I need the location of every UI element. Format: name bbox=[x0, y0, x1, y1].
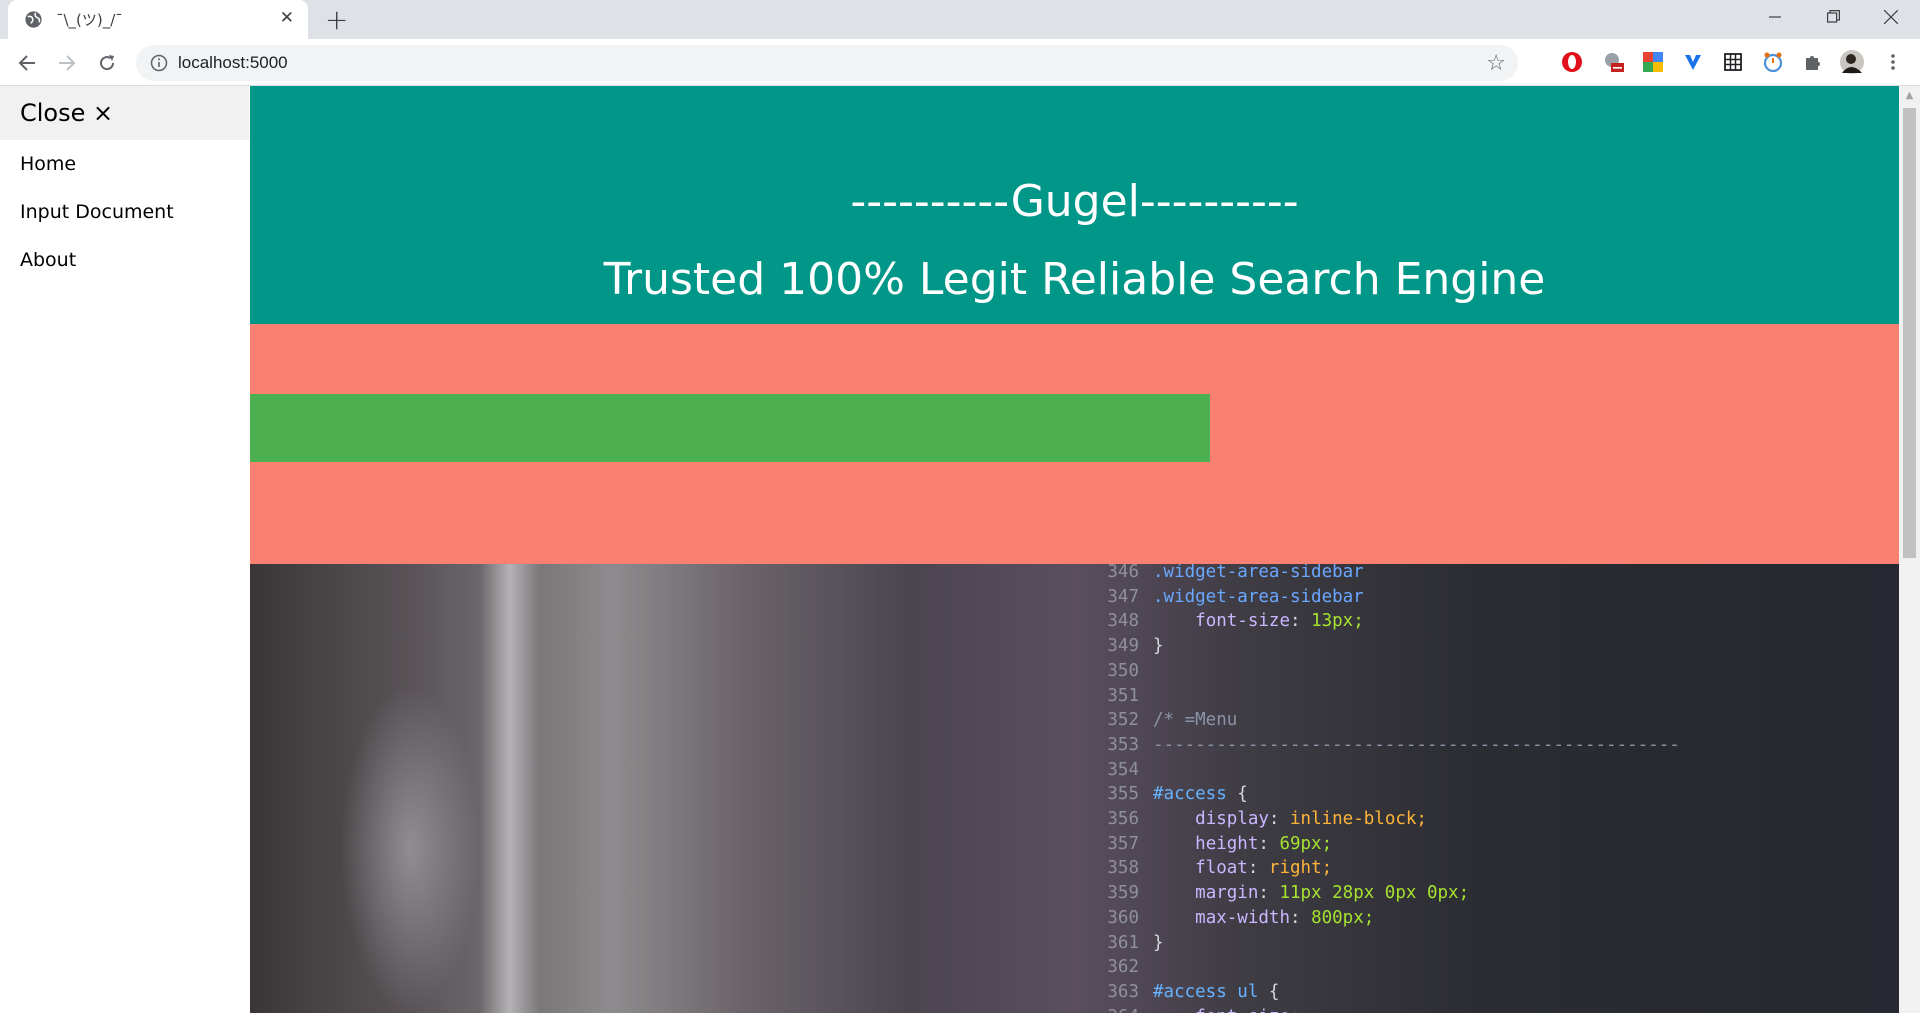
hero-blur-highlight bbox=[480, 564, 540, 1013]
page-title: ----------Gugel---------- bbox=[850, 176, 1299, 227]
close-window-icon bbox=[1884, 9, 1898, 24]
bookmark-star-icon[interactable]: ☆ bbox=[1486, 51, 1506, 76]
globe-icon bbox=[25, 11, 42, 28]
back-button[interactable] bbox=[14, 50, 40, 76]
profile-avatar[interactable] bbox=[1839, 49, 1865, 75]
timer-icon[interactable] bbox=[1760, 49, 1786, 75]
scrollbar-thumb[interactable] bbox=[1903, 108, 1916, 558]
hero-blur-left bbox=[340, 684, 480, 1013]
main-content: ----------Gugel---------- Trusted 100% L… bbox=[250, 86, 1899, 1013]
side-navigation: Close × Home Input Document About bbox=[0, 86, 249, 1013]
minimize-button[interactable] bbox=[1746, 0, 1804, 33]
site-info-icon[interactable] bbox=[150, 54, 168, 72]
reload-icon bbox=[100, 55, 115, 71]
progress-bar-fill bbox=[250, 394, 1210, 462]
grid-icon[interactable] bbox=[1720, 49, 1746, 75]
browser-toolbar: localhost:5000 ☆ bbox=[0, 39, 1920, 86]
cloud-blocker-icon[interactable] bbox=[1600, 49, 1626, 75]
browser-tab[interactable]: ¯\_(ツ)_/¯ ✕ bbox=[8, 0, 308, 39]
tab-title: ¯\_(ツ)_/¯ bbox=[56, 11, 123, 29]
more-menu-icon[interactable] bbox=[1880, 49, 1906, 75]
code-line-numbers: 346 347 348 349 350 351 352 353 354 355 … bbox=[1107, 564, 1139, 1013]
back-arrow-icon bbox=[18, 55, 35, 71]
url-text: localhost:5000 bbox=[178, 53, 288, 72]
page-scrollbar[interactable]: ▲ bbox=[1899, 86, 1920, 1013]
close-window-button[interactable] bbox=[1862, 0, 1920, 33]
hero-image: 346 347 348 349 350 351 352 353 354 355 … bbox=[250, 564, 1899, 1013]
page-header: ----------Gugel---------- Trusted 100% L… bbox=[250, 86, 1899, 324]
code-lines: .widget-area-sidebar .widget-area-sideba… bbox=[1153, 564, 1680, 1013]
page-tagline: Trusted 100% Legit Reliable Search Engin… bbox=[603, 254, 1546, 305]
color-palette-icon[interactable] bbox=[1640, 49, 1666, 75]
scroll-up-arrow-icon[interactable]: ▲ bbox=[1899, 86, 1920, 106]
tab-strip: ¯\_(ツ)_/¯ ✕ + bbox=[0, 0, 1920, 39]
forward-button[interactable] bbox=[54, 50, 80, 76]
forward-arrow-icon bbox=[59, 55, 76, 71]
progress-bar bbox=[250, 394, 1899, 462]
opera-icon[interactable] bbox=[1559, 49, 1585, 75]
close-sidebar-button[interactable]: Close × bbox=[0, 86, 249, 140]
nav-link-input-document[interactable]: Input Document bbox=[0, 188, 249, 236]
restore-button[interactable] bbox=[1804, 0, 1862, 33]
restore-icon bbox=[1826, 10, 1840, 23]
nav-link-about[interactable]: About bbox=[0, 236, 249, 284]
minimize-icon bbox=[1769, 15, 1781, 18]
nav-link-home[interactable]: Home bbox=[0, 140, 249, 188]
vpn-icon[interactable] bbox=[1680, 49, 1706, 75]
hero-code-snippet: 346 347 348 349 350 351 352 353 354 355 … bbox=[1105, 564, 1679, 1013]
progress-section bbox=[250, 324, 1899, 564]
address-bar[interactable]: localhost:5000 ☆ bbox=[136, 45, 1518, 81]
reload-button[interactable] bbox=[94, 50, 120, 76]
puzzle-extensions-icon[interactable] bbox=[1800, 49, 1826, 75]
new-tab-button[interactable]: + bbox=[325, 3, 348, 36]
close-tab-icon[interactable]: ✕ bbox=[280, 8, 294, 28]
